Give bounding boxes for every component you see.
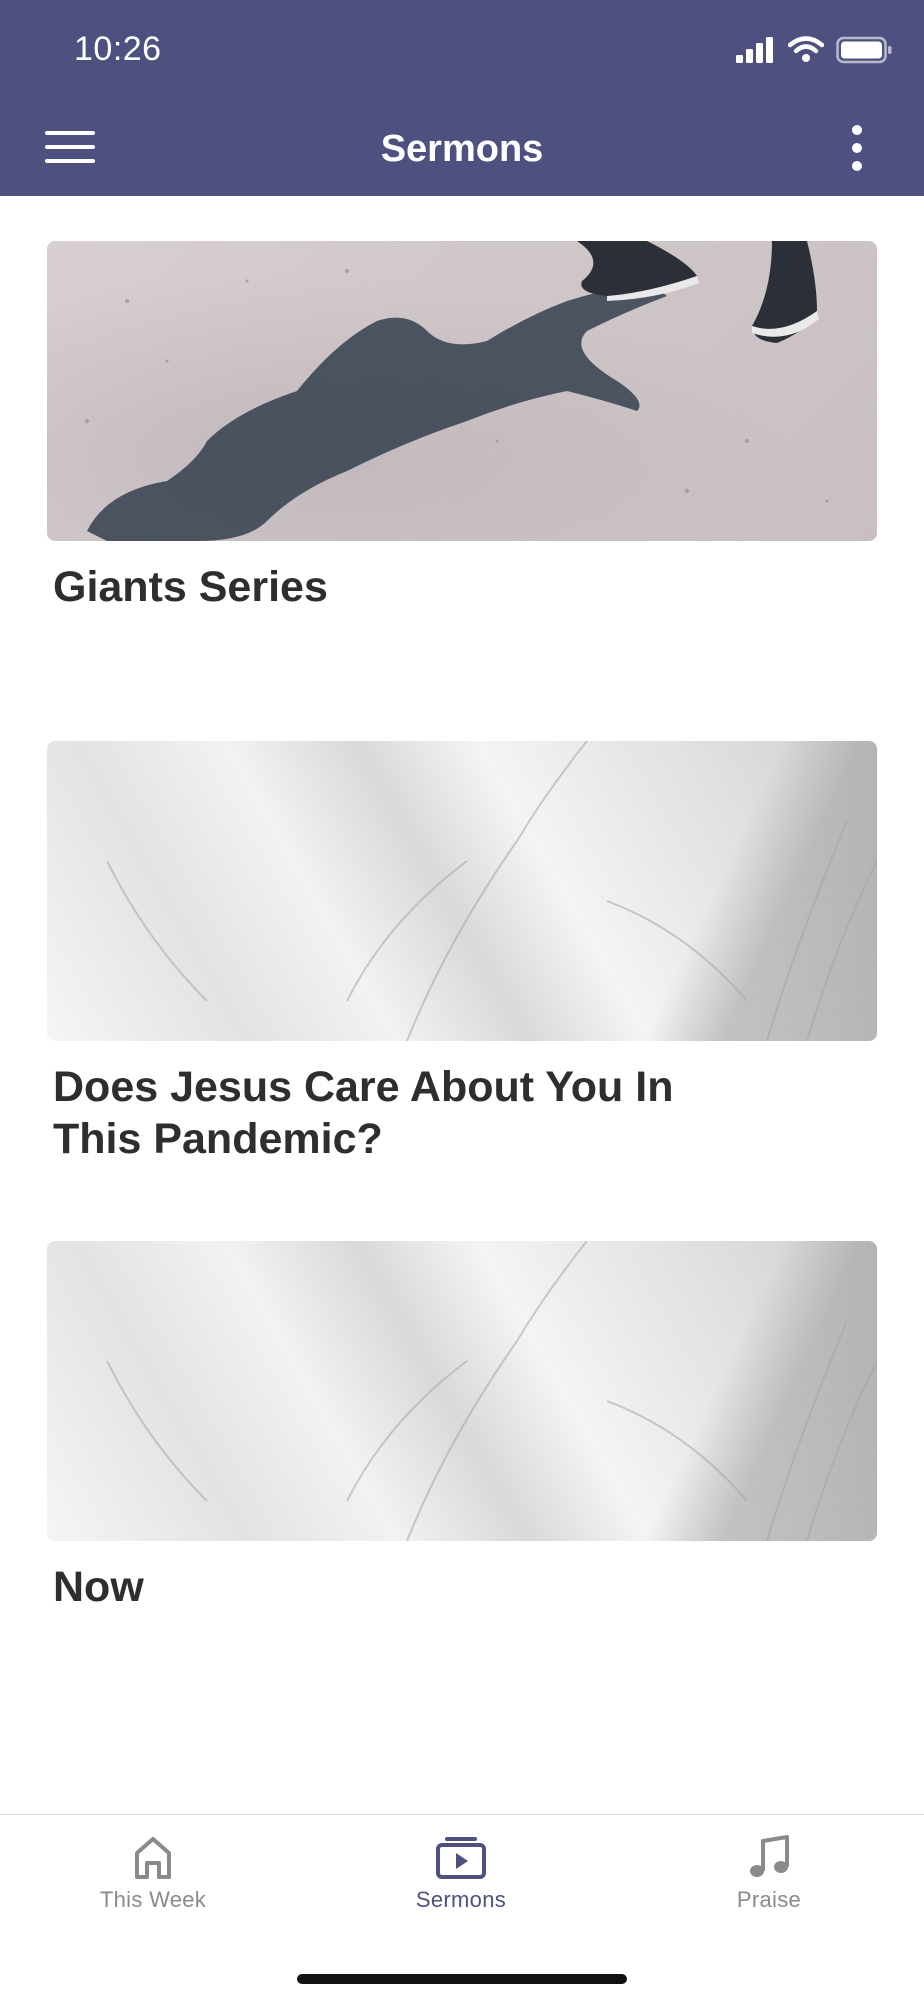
tab-praise[interactable]: Praise bbox=[659, 1833, 879, 1943]
sermon-card-title[interactable]: Giants Series bbox=[53, 561, 753, 613]
tab-praise-label: Praise bbox=[736, 1887, 802, 1912]
sermon-card[interactable]: Giants Series bbox=[47, 241, 877, 613]
sermon-card[interactable]: Now bbox=[47, 1241, 877, 1613]
home-icon bbox=[135, 1837, 171, 1879]
video-library-icon bbox=[436, 1837, 486, 1879]
sermon-card-image[interactable] bbox=[47, 741, 877, 1041]
sermon-card-image[interactable] bbox=[47, 1241, 877, 1541]
home-indicator bbox=[297, 1974, 627, 1984]
status-icons bbox=[736, 36, 892, 64]
sermon-card-title[interactable]: Does Jesus Care About You In This Pandem… bbox=[53, 1061, 753, 1165]
signal-icon bbox=[736, 37, 773, 63]
status-bar: 10:26 bbox=[0, 0, 924, 100]
tab-this-week[interactable]: This Week bbox=[43, 1833, 263, 1943]
bottom-tab-bar: This Week Sermons Praise bbox=[0, 1814, 924, 2001]
more-vertical-icon bbox=[852, 125, 862, 171]
wifi-icon bbox=[788, 36, 824, 62]
tab-this-week-label: This Week bbox=[99, 1887, 207, 1912]
battery-icon bbox=[836, 36, 892, 64]
music-note-icon bbox=[750, 1835, 789, 1877]
sermon-card-title[interactable]: Now bbox=[53, 1561, 753, 1613]
status-time: 10:26 bbox=[74, 30, 162, 68]
tab-sermons[interactable]: Sermons bbox=[351, 1833, 571, 1943]
shadow-on-sand-image bbox=[85, 241, 829, 541]
sermon-card[interactable]: Does Jesus Care About You In This Pandem… bbox=[47, 741, 877, 1165]
marble-texture-image bbox=[106, 741, 877, 1041]
app-header: 10:26 Sermons bbox=[0, 0, 924, 196]
more-options-button[interactable] bbox=[842, 120, 872, 176]
sermon-card-image[interactable] bbox=[47, 241, 877, 541]
nav-bar: Sermons bbox=[0, 100, 924, 196]
page-title: Sermons bbox=[380, 128, 544, 170]
marble-texture-image bbox=[106, 1241, 877, 1541]
tab-sermons-label: Sermons bbox=[415, 1887, 507, 1912]
